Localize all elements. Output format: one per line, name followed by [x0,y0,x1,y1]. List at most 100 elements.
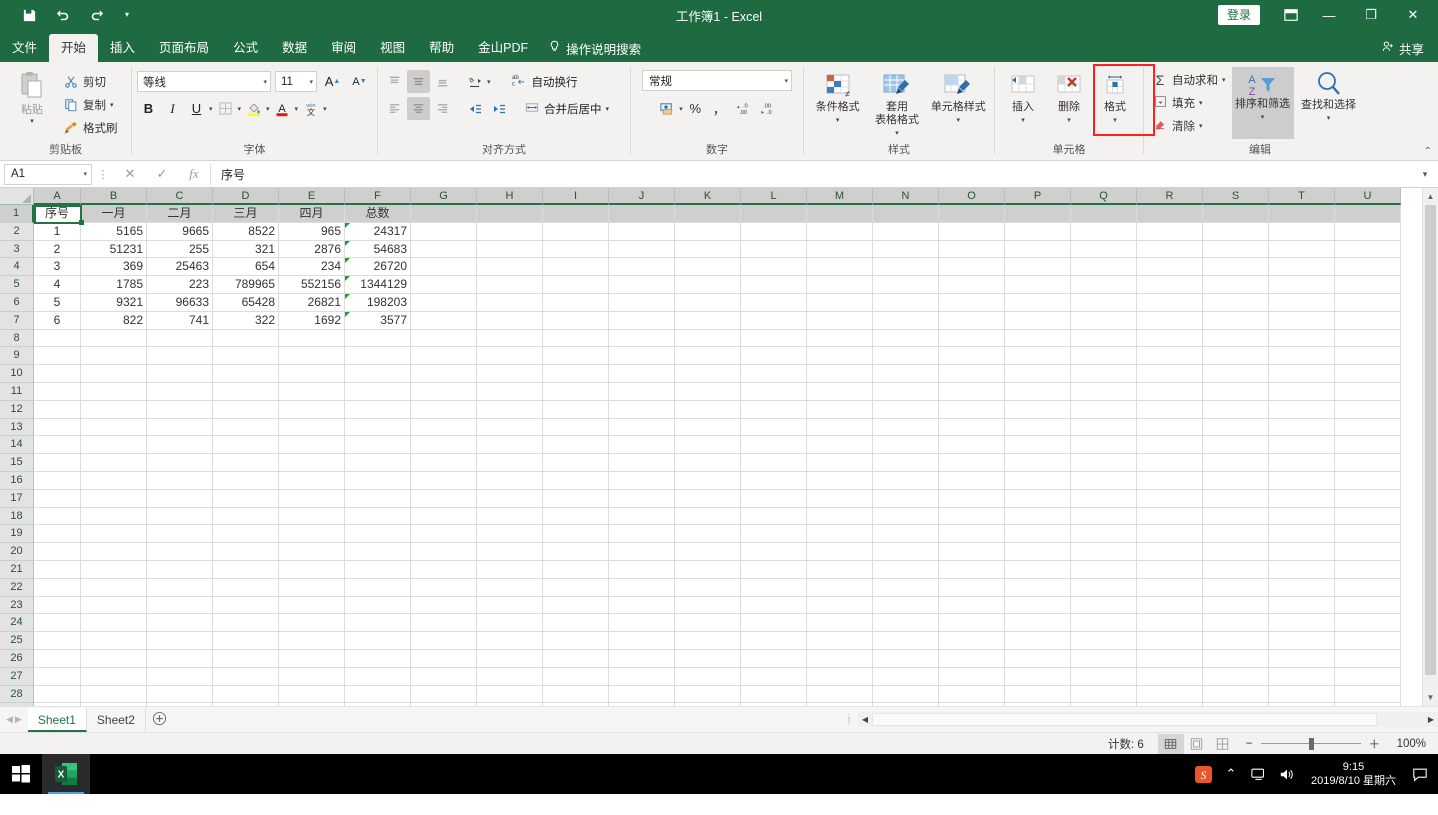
increase-font-size-button[interactable]: A ▲ [321,70,344,93]
cell-H11[interactable] [477,382,543,401]
cell-B8[interactable] [81,329,147,348]
conditional-formatting-button[interactable]: ≠ 条件格式 ▾ [810,69,866,127]
cell-S25[interactable] [1203,632,1269,650]
cell-E16[interactable] [279,471,345,490]
cell-U15[interactable] [1335,454,1401,472]
cell-J21[interactable] [609,560,675,579]
cell-N24[interactable] [873,614,939,633]
column-header-j[interactable]: J [609,188,675,205]
column-header-s[interactable]: S [1203,188,1269,205]
cell-A21[interactable] [34,560,81,579]
cell-E14[interactable] [279,436,345,455]
cell-I9[interactable] [543,347,609,366]
cell-R23[interactable] [1137,596,1203,615]
cell-B17[interactable] [81,489,147,508]
cell-Q28[interactable] [1071,685,1137,704]
expand-formula-bar-icon[interactable]: ▾ [1412,169,1438,180]
cell-A12[interactable] [34,400,81,419]
cell-I3[interactable] [543,240,609,259]
cell-E17[interactable] [279,489,345,508]
cell-D16[interactable] [213,471,279,490]
cell-I14[interactable] [543,436,609,455]
cell-D25[interactable] [213,632,279,650]
cell-A9[interactable] [34,347,81,366]
cell-M12[interactable] [807,400,873,419]
align-left-button[interactable] [383,97,406,120]
chevron-down-icon[interactable]: ▾ [679,105,683,113]
cell-I17[interactable] [543,489,609,508]
cell-I8[interactable] [543,329,609,348]
cell-S6[interactable] [1203,293,1269,312]
cell-S20[interactable] [1203,543,1269,561]
chevron-down-icon[interactable]: ▾ [606,105,610,113]
font-color-button[interactable]: A [271,97,294,120]
cell-R14[interactable] [1137,436,1203,455]
cell-J12[interactable] [609,400,675,419]
cell-L19[interactable] [741,525,807,544]
cell-P19[interactable] [1005,525,1071,544]
cell-G23[interactable] [411,596,477,615]
paste-button[interactable]: 粘贴 ▾ [5,67,59,125]
cell-P20[interactable] [1005,543,1071,561]
cell-K16[interactable] [675,471,741,490]
number-format-combobox[interactable]: 常规 ▾ [642,70,792,91]
cell-M5[interactable] [807,276,873,294]
cell-P16[interactable] [1005,471,1071,490]
cell-I20[interactable] [543,543,609,561]
row-header-2[interactable]: 2 [0,222,34,241]
cell-G29[interactable] [411,703,477,706]
cell-T5[interactable] [1269,276,1335,294]
cell-Q10[interactable] [1071,365,1137,383]
cell-L2[interactable] [741,222,807,241]
cell-A11[interactable] [34,382,81,401]
cell-B29[interactable] [81,703,147,706]
cell-S16[interactable] [1203,471,1269,490]
cell-O2[interactable] [939,222,1005,241]
cell-styles-button[interactable]: 单元格样式 ▾ [928,69,988,127]
minimize-button[interactable]: — [1308,0,1350,30]
cell-R10[interactable] [1137,365,1203,383]
cell-Q7[interactable] [1071,311,1137,330]
cell-B24[interactable] [81,614,147,633]
ribbon-display-options-icon[interactable] [1274,0,1308,30]
cell-G22[interactable] [411,578,477,597]
cell-A2[interactable]: 1 [34,222,81,241]
cell-I18[interactable] [543,507,609,526]
borders-button[interactable] [214,97,237,120]
cell-F11[interactable] [345,382,411,401]
tab-data[interactable]: 数据 [270,34,319,62]
cell-O16[interactable] [939,471,1005,490]
cell-K18[interactable] [675,507,741,526]
cell-N22[interactable] [873,578,939,597]
cell-J27[interactable] [609,667,675,686]
cell-H28[interactable] [477,685,543,704]
cell-L6[interactable] [741,293,807,312]
cell-S21[interactable] [1203,560,1269,579]
cell-O13[interactable] [939,418,1005,437]
zoom-slider-thumb[interactable] [1308,737,1314,750]
cell-G18[interactable] [411,507,477,526]
fill-button[interactable]: 填充 ▾ [1152,92,1226,114]
cell-B14[interactable] [81,436,147,455]
cell-E3[interactable]: 2876 [279,240,345,259]
cell-K25[interactable] [675,632,741,650]
cell-L1[interactable] [741,205,807,223]
cell-F25[interactable] [345,632,411,650]
cell-R24[interactable] [1137,614,1203,633]
cell-B7[interactable]: 822 [81,311,147,330]
cell-P26[interactable] [1005,649,1071,668]
cell-H4[interactable] [477,258,543,277]
cell-E11[interactable] [279,382,345,401]
cell-C17[interactable] [147,489,213,508]
cell-K29[interactable] [675,703,741,706]
row-header-5[interactable]: 5 [0,276,34,294]
cell-L16[interactable] [741,471,807,490]
cell-N18[interactable] [873,507,939,526]
cell-Q8[interactable] [1071,329,1137,348]
cell-H1[interactable] [477,205,543,223]
merge-center-button[interactable]: 合并后居中 ▾ [521,97,612,120]
cell-O8[interactable] [939,329,1005,348]
cell-I10[interactable] [543,365,609,383]
row-header-1[interactable]: 1 [0,205,34,223]
cell-I15[interactable] [543,454,609,472]
